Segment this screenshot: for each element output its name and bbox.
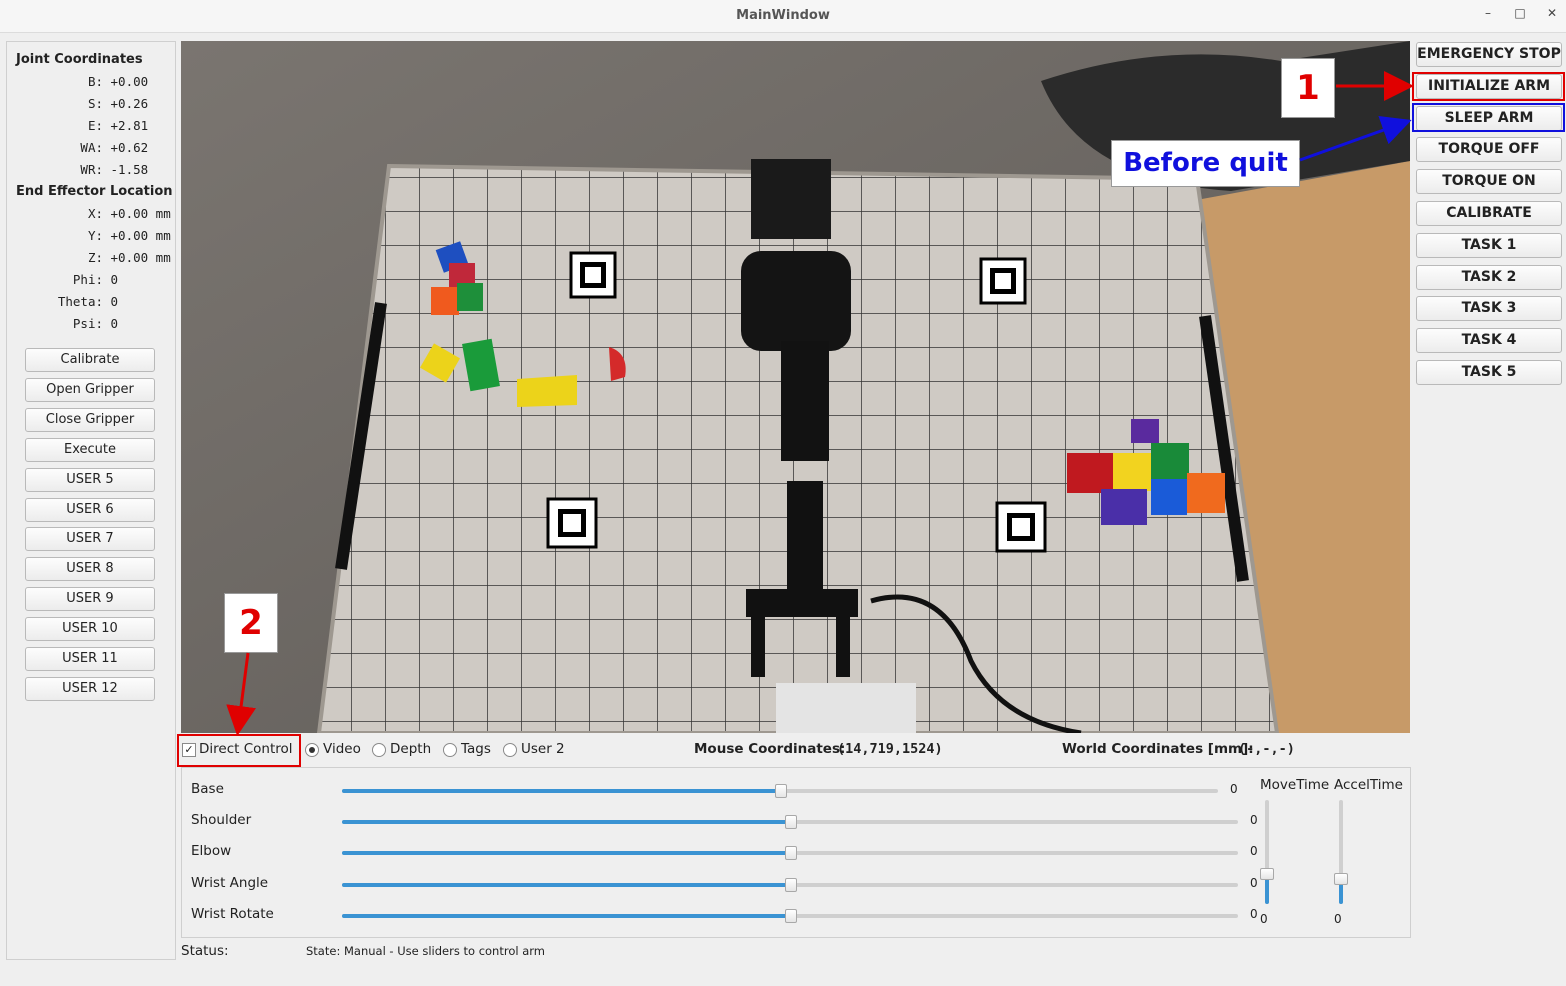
world-coordinates-value: (-,-,-) xyxy=(1238,741,1295,757)
direct-control-label: Direct Control xyxy=(199,741,293,757)
mouse-coordinates-value: (14,719,1524) xyxy=(837,741,943,757)
wrist-rotate-slider-label: Wrist Rotate xyxy=(191,906,274,922)
radio-video-label: Video xyxy=(323,741,361,757)
annotation-sleep-highlight xyxy=(1412,103,1565,132)
base-slider[interactable] xyxy=(342,784,1218,798)
acceltime-label: AccelTime xyxy=(1334,777,1403,793)
movetime-label: MoveTime xyxy=(1260,777,1330,793)
status-label: Status: xyxy=(181,943,229,959)
shoulder-slider-value: 0 xyxy=(1250,813,1258,827)
radio-user-2[interactable] xyxy=(503,743,517,757)
elbow-slider-handle[interactable] xyxy=(785,846,797,860)
wrist-angle-slider-label: Wrist Angle xyxy=(191,875,269,891)
world-coordinates-label: World Coordinates [mm]: xyxy=(1062,741,1254,757)
wrist-rotate-slider-handle[interactable] xyxy=(785,909,797,923)
annotation-2-arrow xyxy=(226,652,256,736)
annotation-before-quit-arrow xyxy=(1299,115,1412,162)
radio-tags[interactable] xyxy=(443,743,457,757)
wrist-rotate-slider[interactable] xyxy=(342,909,1238,923)
wrist-angle-slider[interactable] xyxy=(342,878,1238,892)
base-slider-handle[interactable] xyxy=(775,784,787,798)
shoulder-slider-label: Shoulder xyxy=(191,812,252,828)
time-slider-handle[interactable] xyxy=(1260,867,1274,880)
radio-video[interactable] xyxy=(305,743,319,757)
radio-depth[interactable] xyxy=(372,743,386,757)
radio-tags-label: Tags xyxy=(461,741,491,757)
acceltime-slider[interactable] xyxy=(1334,800,1348,904)
base-slider-value: 0 xyxy=(1230,782,1238,796)
radio-depth-label: Depth xyxy=(390,741,432,757)
mouse-coordinates-label: Mouse Coordinates: xyxy=(694,741,846,757)
shoulder-slider-handle[interactable] xyxy=(785,815,797,829)
radio-user-2-label: User 2 xyxy=(521,741,565,757)
shoulder-slider[interactable] xyxy=(342,815,1238,829)
acceltime-value: 0 xyxy=(1334,912,1342,926)
annotation-initialize-highlight xyxy=(1412,72,1565,101)
base-slider-label: Base xyxy=(191,781,224,797)
status-text: State: Manual - Use sliders to control a… xyxy=(306,944,545,958)
time-slider-handle[interactable] xyxy=(1334,873,1348,885)
joint-slider-panel: Base 0 Shoulder 0 Elbow 0 Wrist Angle 0 Wrist Ro… xyxy=(181,767,1411,938)
elbow-slider[interactable] xyxy=(342,846,1238,860)
movetime-value: 0 xyxy=(1260,912,1268,926)
wrist-angle-slider-value: 0 xyxy=(1250,876,1258,890)
movetime-slider[interactable] xyxy=(1260,800,1274,904)
elbow-slider-label: Elbow xyxy=(191,843,232,859)
elbow-slider-value: 0 xyxy=(1250,844,1258,858)
wrist-angle-slider-handle[interactable] xyxy=(785,878,797,892)
wrist-rotate-slider-value: 0 xyxy=(1250,907,1258,921)
direct-control-checkbox[interactable]: ✓ xyxy=(182,743,196,757)
